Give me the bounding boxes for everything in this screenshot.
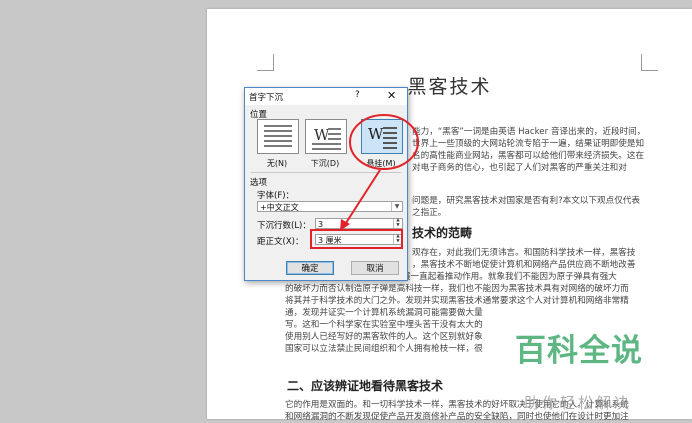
watermark-tagline: 助你轻松解决 [524,394,633,412]
watermark-logo: 百科全说 [515,333,643,369]
annotation-box [310,229,403,249]
annotation-circle [349,114,419,170]
annotation-arrow [343,169,381,227]
